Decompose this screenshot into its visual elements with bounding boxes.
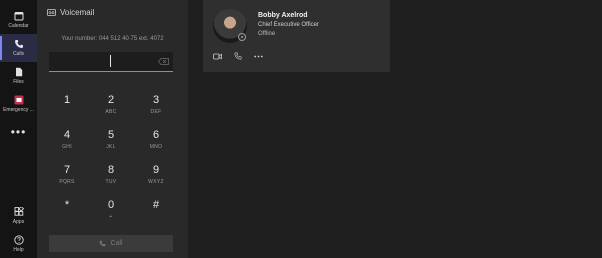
more-icon <box>254 55 263 57</box>
video-call-button[interactable] <box>213 53 222 60</box>
dial-key-9[interactable]: 9 WXYZ <box>136 164 176 186</box>
apps-icon <box>14 207 24 216</box>
call-button[interactable]: Call <box>49 235 173 252</box>
rail-item-label: Calendar <box>8 23 29 29</box>
key-digit: * <box>64 199 70 211</box>
teams-window: Calendar Calls Files Emergency ... ••• A… <box>0 0 602 258</box>
key-digit: 1 <box>63 94 71 106</box>
key-letters: WXYZ <box>148 179 164 185</box>
phone-icon <box>14 40 23 48</box>
rail-item-label: Apps <box>12 219 25 225</box>
phone-icon <box>234 52 242 60</box>
voicemail-button[interactable]: Voicemail <box>47 8 94 17</box>
voicemail-icon <box>47 9 56 16</box>
rail-item-label: Emergency ... <box>3 107 34 113</box>
key-digit: 9 <box>152 164 160 176</box>
key-letters: GHI <box>62 144 72 150</box>
your-number-text: Your number: 044 512 40 75 ext. 4072 <box>61 36 164 42</box>
rail-item-apps[interactable]: Apps <box>0 202 37 230</box>
dial-key-5[interactable]: 5 JKL <box>91 129 131 151</box>
rail-item-label: Files <box>13 79 24 85</box>
key-letters: + <box>109 214 113 220</box>
dial-key-1[interactable]: 1 <box>47 95 87 109</box>
calendar-icon <box>14 12 23 21</box>
key-digit: 2 <box>107 94 115 106</box>
key-digit: 3 <box>152 94 160 106</box>
key-digit: # <box>152 199 160 211</box>
contact-name: Bobby Axelrod <box>258 12 308 19</box>
backspace-icon[interactable] <box>158 58 169 65</box>
contact-title: Chief Executive Officer <box>258 22 319 28</box>
key-digit: 7 <box>63 164 71 176</box>
contact-status: Offline <box>258 31 276 37</box>
emergency-app-icon <box>14 95 23 105</box>
contact-actions <box>213 52 263 60</box>
dial-key-3[interactable]: 3 DEF <box>136 94 176 116</box>
key-letters: MNO <box>149 144 163 150</box>
key-letters: TUV <box>105 179 117 185</box>
help-icon <box>13 235 24 245</box>
contact-card: Bobby Axelrod Chief Executive Officer Of… <box>203 0 390 72</box>
key-letters: JKL <box>106 144 116 150</box>
rail-item-calls[interactable]: Calls <box>0 34 37 62</box>
rail-item-label: Calls <box>12 51 25 57</box>
dial-key-4[interactable]: 4 GHI <box>47 129 87 151</box>
key-digit: 6 <box>152 129 160 141</box>
dial-key-hash[interactable]: # <box>136 200 176 214</box>
rail-item-help[interactable]: Help <box>0 230 37 258</box>
dial-key-star[interactable]: * <box>47 200 87 214</box>
rail-item-calendar[interactable]: Calendar <box>0 6 37 34</box>
key-letters: ABC <box>105 109 117 115</box>
rail-item-more[interactable]: ••• <box>0 122 37 142</box>
voicemail-label: Voicemail <box>60 8 95 17</box>
file-icon <box>15 67 22 77</box>
dial-number-input[interactable] <box>49 52 173 72</box>
video-camera-icon <box>213 53 222 59</box>
dial-key-2[interactable]: 2 ABC <box>91 94 131 116</box>
rail-item-label: Help <box>13 247 24 253</box>
phone-icon <box>100 240 106 247</box>
key-digit: 0 <box>107 199 115 211</box>
key-letters: DEF <box>150 109 162 115</box>
rail-item-emergency[interactable]: Emergency ... <box>0 90 37 118</box>
dial-key-6[interactable]: 6 MNO <box>136 129 176 151</box>
more-icon: ••• <box>10 125 27 139</box>
presence-offline-icon <box>238 33 246 41</box>
more-options-button[interactable] <box>254 55 263 58</box>
dial-key-7[interactable]: 7 PQRS <box>47 164 87 186</box>
rail-item-files[interactable]: Files <box>0 62 37 90</box>
dial-key-0[interactable]: 0 + <box>91 199 131 221</box>
dial-key-8[interactable]: 8 TUV <box>91 164 131 186</box>
text-caret <box>110 55 111 67</box>
audio-call-button[interactable] <box>234 52 242 60</box>
key-digit: 4 <box>63 129 71 141</box>
app-rail: Calendar Calls Files Emergency ... ••• A… <box>0 0 37 258</box>
dialpad-pane: Voicemail Your number: 044 512 40 75 ext… <box>37 0 188 258</box>
call-button-label: Call <box>110 240 123 247</box>
key-digit: 8 <box>107 164 115 176</box>
key-letters: PQRS <box>59 179 75 185</box>
key-digit: 5 <box>107 129 115 141</box>
